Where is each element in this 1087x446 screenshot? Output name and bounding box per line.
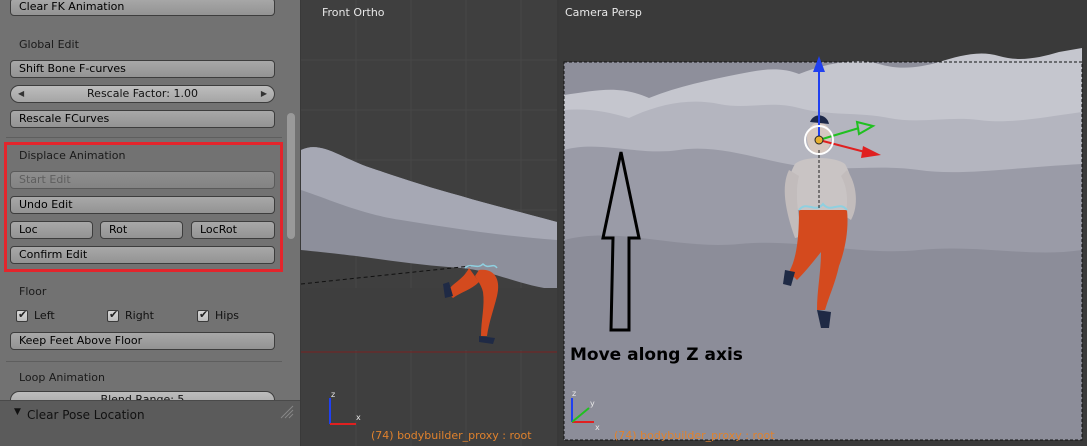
highlight-box [4, 142, 283, 272]
floor-hips-checkbox[interactable]: Hips [197, 308, 240, 322]
camera-viewport-title: Camera Persp [565, 6, 642, 19]
loop-animation-title: Loop Animation [19, 371, 105, 384]
floor-right-checkbox[interactable]: Right [107, 308, 154, 322]
rescale-factor-slider[interactable]: ◀ Rescale Factor: 1.00 ▶ [10, 85, 275, 103]
front-viewport-title: Front Ortho [322, 6, 385, 19]
svg-text:z: z [572, 389, 576, 398]
annotation-caption: Move along Z axis [570, 345, 743, 365]
checkbox-checked-icon [107, 308, 119, 322]
increment-arrow-icon[interactable]: ▶ [261, 86, 267, 102]
decrement-arrow-icon[interactable]: ◀ [18, 86, 24, 102]
svg-text:x: x [595, 423, 600, 432]
keep-feet-above-floor-button[interactable]: Keep Feet Above Floor [10, 332, 275, 350]
svg-text:z: z [331, 390, 335, 399]
svg-text:x: x [356, 413, 361, 422]
camera-persp-viewport[interactable]: z y x Camera Persp Move along Z axis (74… [559, 0, 1087, 446]
front-viewport-status: (74) bodybuilder_proxy : root [371, 429, 532, 442]
shift-bone-fcurves-button[interactable]: Shift Bone F-curves [10, 60, 275, 78]
floor-left-label: Left [34, 309, 55, 322]
properties-panel: Clear FK Animation Global Edit Shift Bon… [0, 0, 300, 446]
camera-viewport-status: (74) bodybuilder_proxy : root [614, 429, 775, 442]
panel-scrollbar[interactable] [284, 0, 298, 398]
scrollbar-thumb[interactable] [287, 113, 295, 239]
clear-pose-location-title: Clear Pose Location [27, 408, 145, 422]
checkbox-checked-icon [197, 308, 209, 322]
global-edit-title: Global Edit [19, 38, 79, 51]
floor-right-label: Right [125, 309, 154, 322]
clear-fk-animation-button[interactable]: Clear FK Animation [10, 0, 275, 16]
section-divider [6, 361, 282, 362]
front-viewport-scene: z x [301, 0, 557, 446]
camera-viewport-scene: z y x [559, 0, 1087, 446]
front-ortho-viewport[interactable]: z x Front Ortho (74) bodybuilder_proxy :… [301, 0, 557, 446]
rescale-fcurves-button[interactable]: Rescale FCurves [10, 110, 275, 128]
clear-pose-location-header[interactable]: ▼ Clear Pose Location [0, 400, 300, 446]
collapse-triangle-icon[interactable]: ▼ [14, 407, 21, 417]
rescale-factor-value: Rescale Factor: 1.00 [87, 87, 198, 100]
floor-hips-label: Hips [215, 309, 240, 322]
section-divider [6, 137, 282, 138]
floor-title: Floor [19, 285, 47, 298]
checkbox-checked-icon [16, 308, 28, 322]
resize-grip-icon[interactable] [279, 405, 295, 419]
floor-left-checkbox[interactable]: Left [16, 308, 55, 322]
svg-text:y: y [590, 399, 595, 408]
